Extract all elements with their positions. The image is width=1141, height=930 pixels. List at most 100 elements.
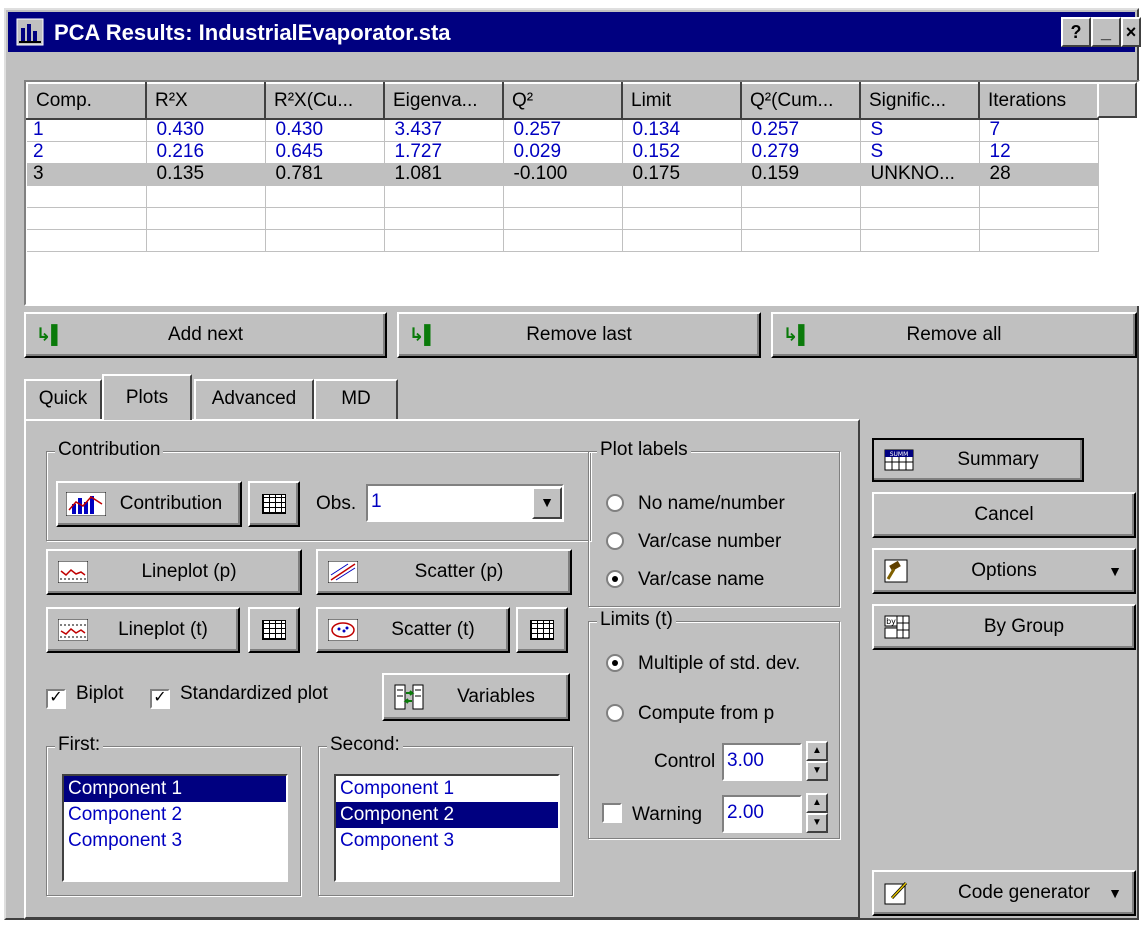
tab-md[interactable]: MD (314, 379, 398, 419)
warning-checkbox-box[interactable] (602, 803, 622, 823)
table-cell[interactable] (860, 185, 980, 208)
spin-up-icon[interactable]: ▲ (806, 741, 828, 761)
table-cell[interactable] (860, 229, 980, 252)
col-header-iterations[interactable]: Iterations (978, 82, 1099, 120)
first-component-list[interactable]: Component 1 Component 2 Component 3 (62, 774, 288, 882)
table-cell[interactable] (622, 207, 742, 230)
table-cell[interactable]: S (860, 141, 980, 164)
lineplot-t-button[interactable]: Lineplot (t) (46, 607, 240, 653)
tab-plots[interactable]: Plots (102, 374, 192, 420)
warning-spinner[interactable]: ▲ ▼ (806, 793, 828, 833)
summary-button[interactable]: SUMM Summary (872, 438, 1084, 482)
table-cell[interactable] (979, 229, 1099, 252)
warning-checkbox[interactable]: Warning (602, 803, 702, 826)
table-cell[interactable] (860, 207, 980, 230)
warning-input[interactable]: 2.00 (722, 795, 802, 833)
table-cell[interactable]: 0.175 (622, 163, 742, 186)
standardized-plot-checkbox[interactable]: ✓ Standardized plot (150, 683, 328, 709)
table-cell[interactable]: 28 (979, 163, 1099, 186)
title-bar[interactable]: PCA Results: IndustrialEvaporator.sta ? … (8, 12, 1141, 52)
table-cell[interactable]: 0.135 (146, 163, 266, 186)
col-header-r2x-cum[interactable]: R²X(Cu... (264, 82, 385, 120)
results-grid[interactable]: Comp. R²X R²X(Cu... Eigenva... Q² Limit … (24, 80, 1140, 306)
radio-option[interactable]: Compute from p (606, 703, 774, 725)
table-cell[interactable]: 2 (27, 141, 147, 164)
table-cell[interactable] (146, 229, 266, 252)
by-group-button[interactable]: by By Group (872, 604, 1136, 650)
remove-all-button[interactable]: ↳▌ Remove all (771, 312, 1137, 358)
col-header-significance[interactable]: Signific... (859, 82, 980, 120)
obs-dropdown-arrow[interactable]: ▼ (532, 487, 562, 519)
table-cell[interactable] (384, 229, 504, 252)
table-cell[interactable] (979, 207, 1099, 230)
scatter-p-button[interactable]: Scatter (p) (316, 549, 572, 595)
list-item[interactable]: Component 3 (336, 828, 558, 854)
table-cell[interactable]: 12 (979, 141, 1099, 164)
tab-advanced[interactable]: Advanced (194, 379, 314, 419)
table-cell[interactable] (741, 229, 861, 252)
table-cell[interactable] (27, 229, 147, 252)
table-row[interactable]: 1 0.430 0.430 3.437 0.257 0.134 0.257 S 7 (27, 119, 1099, 142)
contribution-table-button[interactable] (248, 481, 300, 527)
table-cell[interactable]: 0.216 (146, 141, 266, 164)
table-cell[interactable] (384, 185, 504, 208)
table-cell[interactable]: 0.257 (503, 119, 623, 142)
close-button[interactable]: × (1121, 17, 1141, 47)
table-cell[interactable]: S (860, 119, 980, 142)
col-header-eigenvalue[interactable]: Eigenva... (383, 82, 504, 120)
scatter-t-button[interactable]: Scatter (t) (316, 607, 510, 653)
table-row[interactable]: 2 0.216 0.645 1.727 0.029 0.152 0.279 S 12 (27, 141, 1099, 164)
table-cell[interactable]: 1.727 (384, 141, 504, 164)
table-cell[interactable] (979, 185, 1099, 208)
radio-option[interactable]: Var/case number (606, 531, 781, 553)
table-cell[interactable] (265, 229, 385, 252)
tab-quick[interactable]: Quick (24, 379, 102, 419)
help-button[interactable]: ? (1061, 17, 1091, 47)
options-button[interactable]: Options ▼ (872, 548, 1136, 594)
biplot-checkbox-box[interactable]: ✓ (46, 689, 66, 709)
table-cell[interactable]: 0.430 (265, 119, 385, 142)
table-cell[interactable] (741, 207, 861, 230)
table-cell[interactable]: 0.159 (741, 163, 861, 186)
variables-button[interactable]: Variables (382, 673, 570, 721)
table-cell[interactable] (146, 185, 266, 208)
table-cell[interactable] (741, 185, 861, 208)
table-cell[interactable] (265, 207, 385, 230)
radio-option[interactable]: Var/case name (606, 569, 764, 591)
spin-down-icon[interactable]: ▼ (806, 813, 828, 833)
radio-dot-icon[interactable] (606, 494, 624, 512)
radio-dot-icon[interactable] (606, 704, 624, 722)
list-item[interactable]: Component 1 (64, 776, 286, 802)
radio-dot-icon[interactable] (606, 654, 624, 672)
second-component-list[interactable]: Component 1 Component 2 Component 3 (334, 774, 560, 882)
table-cell[interactable]: 1 (27, 119, 147, 142)
table-cell[interactable]: 0.279 (741, 141, 861, 164)
lineplot-p-button[interactable]: Lineplot (p) (46, 549, 302, 595)
table-cell[interactable] (622, 229, 742, 252)
minimize-button[interactable]: _ (1091, 17, 1121, 47)
radio-option[interactable]: No name/number (606, 493, 785, 515)
table-row[interactable] (27, 185, 1099, 208)
table-cell[interactable]: UNKNO... (860, 163, 980, 186)
table-cell[interactable]: 3.437 (384, 119, 504, 142)
scatter-t-table-button[interactable] (516, 607, 568, 653)
table-cell[interactable] (622, 185, 742, 208)
table-cell[interactable]: 7 (979, 119, 1099, 142)
table-cell[interactable]: 3 (27, 163, 147, 186)
col-header-r2x[interactable]: R²X (145, 82, 266, 120)
radio-dot-icon[interactable] (606, 570, 624, 588)
table-cell[interactable]: 0.152 (622, 141, 742, 164)
radio-option[interactable]: Multiple of std. dev. (606, 653, 800, 675)
add-next-button[interactable]: ↳▌ Add next (24, 312, 387, 358)
table-row[interactable]: 3 0.135 0.781 1.081 -0.100 0.175 0.159 UNKNO...… (27, 163, 1099, 186)
list-item[interactable]: Component 1 (336, 776, 558, 802)
table-cell[interactable] (503, 207, 623, 230)
list-item[interactable]: Component 2 (64, 802, 286, 828)
control-spinner[interactable]: ▲ ▼ (806, 741, 828, 781)
table-cell[interactable]: -0.100 (503, 163, 623, 186)
col-header-q2-cum[interactable]: Q²(Cum... (740, 82, 861, 120)
table-cell[interactable] (27, 185, 147, 208)
table-cell[interactable]: 0.029 (503, 141, 623, 164)
table-cell[interactable]: 0.645 (265, 141, 385, 164)
table-row[interactable] (27, 207, 1099, 230)
